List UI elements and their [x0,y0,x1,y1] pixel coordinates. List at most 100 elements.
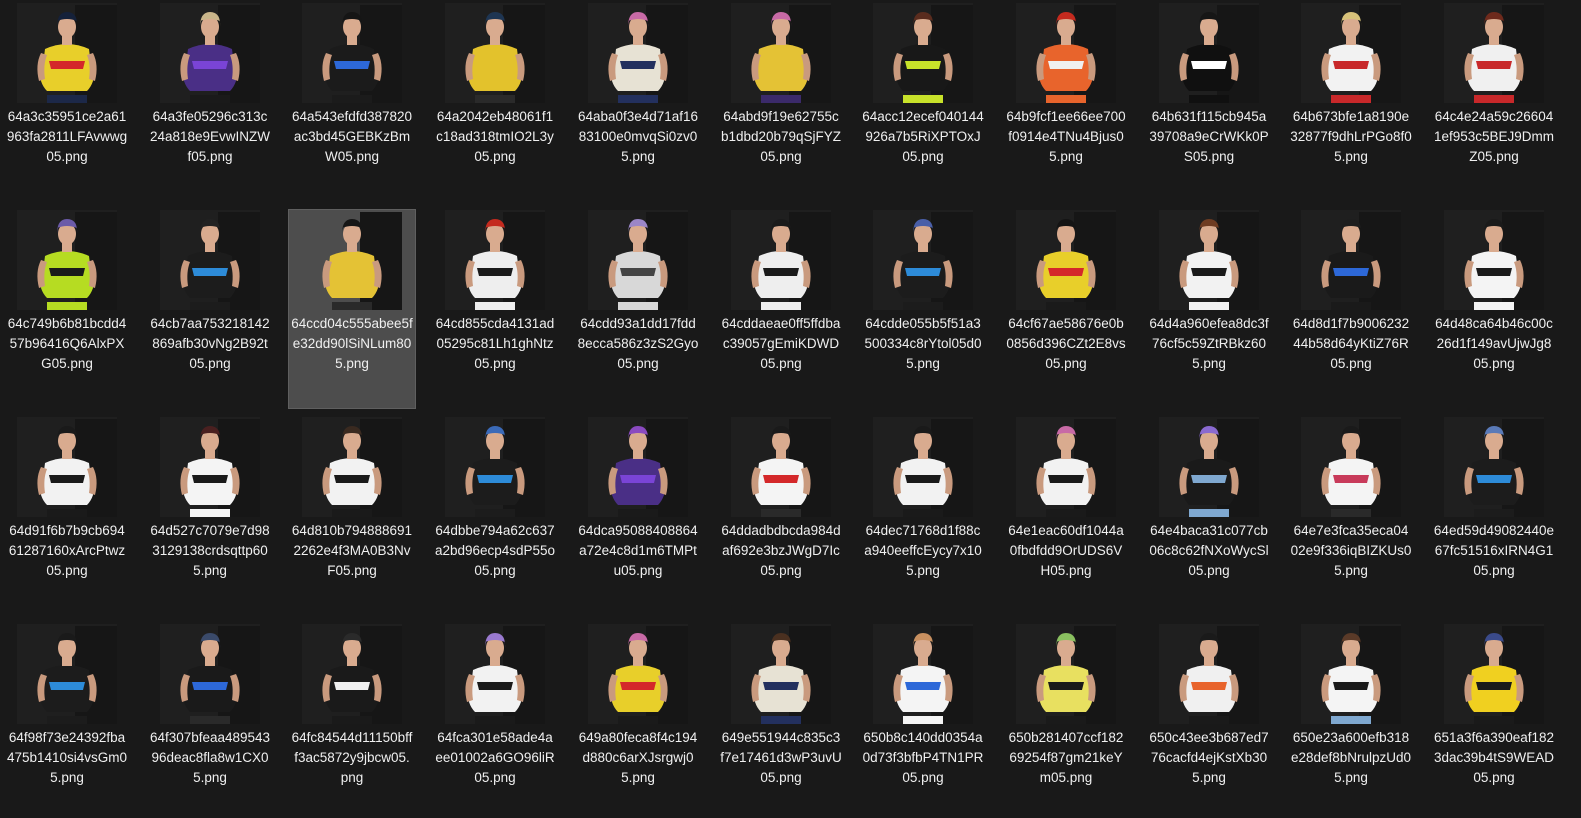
character-portrait-icon [1321,419,1401,517]
file-name: 64cb7aa753218142869afb30vNg2B92t05.png [150,316,270,371]
file-name: 64a543efdfd387820ac3bd45GEBKzBmW05.png [291,109,413,164]
character-portrait-icon [1464,626,1544,724]
file-item[interactable]: 64a3fe05296c313c24a818e9EvwINZWf05.png [146,2,274,202]
file-item[interactable]: 64cddaeae0ff5ffdbac39057gEmiKDWD05.png [717,209,845,409]
file-item[interactable]: 64abd9f19e62755cb1dbd20b79qSjFYZ05.png [717,2,845,202]
file-item[interactable]: 64c4e24a59c266041ef953c5BEJ9DmmZ05.png [1430,2,1558,202]
image-thumbnail [1301,210,1401,310]
file-name: 64c4e24a59c266041ef953c5BEJ9DmmZ05.png [1433,109,1555,164]
image-thumbnail [302,417,402,517]
character-portrait-icon [608,419,688,517]
file-item[interactable]: 64cf67ae58676e0b0856d396CZt2E8vs05.png [1002,209,1130,409]
character-portrait-icon [1464,212,1544,310]
file-name: 64a3fe05296c313c24a818e9EvwINZWf05.png [149,109,271,164]
character-portrait-icon [465,419,545,517]
file-item[interactable]: 64fca301e58ade4aee01002a6GO96liR05.png [431,623,559,818]
image-thumbnail [445,624,545,724]
file-item[interactable]: 64e1eac60df1044a0fbdfdd9OrUDS6VH05.png [1002,416,1130,616]
file-item[interactable]: 651a3f6a390eaf1823dac39b4tS9WEAD05.png [1430,623,1558,818]
image-thumbnail [17,417,117,517]
character-portrait-icon [37,419,117,517]
character-portrait-icon [1464,5,1544,103]
file-item[interactable]: 64dbbe794a62c637a2bd96ecp4sdP55o05.png [431,416,559,616]
file-item[interactable]: 64cdde055b5f51a3500334c8rYtol05d05.png [859,209,987,409]
file-name: 64fc84544d11150bfff3ac5872y9jbcw05.png [291,730,413,785]
file-name: 650c43ee3b687ed776cacfd4ejKstXb305.png [1149,730,1269,785]
image-thumbnail [873,3,973,103]
file-name: 64d91f6b7b9cb69461287160xArcPtwz05.png [8,523,126,578]
file-item[interactable]: 64dca95088408864a72e4c8d1m6TMPtu05.png [574,416,702,616]
file-name: 64acc12ecef040144926a7b5RiXPTOxJ05.png [862,109,984,164]
file-item[interactable]: 64d4a960efea8dc3f76cf5c59ZtRBkz605.png [1145,209,1273,409]
image-thumbnail [1444,3,1544,103]
file-item[interactable]: 64cb7aa753218142869afb30vNg2B92t05.png [146,209,274,409]
file-item[interactable]: 64f98f73e24392fba475b1410si4vsGm05.png [3,623,131,818]
file-item[interactable]: 64a543efdfd387820ac3bd45GEBKzBmW05.png [288,2,416,202]
character-portrait-icon [37,212,117,310]
character-portrait-icon [322,626,402,724]
file-item[interactable]: 64cd855cda4131ad05295c81Lh1ghNtz05.png [431,209,559,409]
character-portrait-icon [893,626,973,724]
image-thumbnail [731,210,831,310]
file-item[interactable]: 64cdd93a1dd17fdd8ecca586z3zS2Gyo05.png [574,209,702,409]
file-item[interactable]: 64c749b6b81bcdd457b96416Q6AlxPXG05.png [3,209,131,409]
file-item[interactable]: 64ccd04c555abee5fe32dd90lSiNLum805.png [288,209,416,409]
file-item[interactable]: 64ed59d49082440e67fc51516xIRN4G105.png [1430,416,1558,616]
file-item[interactable]: 649a80feca8f4c194d880c6arXJsrgwj05.png [574,623,702,818]
character-portrait-icon [1179,5,1259,103]
character-portrait-icon [893,419,973,517]
file-item[interactable]: 64b673bfe1a8190e32877f9dhLrPGo8f05.png [1287,2,1415,202]
file-name: 64ccd04c555abee5fe32dd90lSiNLum805.png [291,316,413,371]
file-item[interactable]: 650b8c140dd0354a0d73f3bfbP4TN1PR05.png [859,623,987,818]
file-item[interactable]: 650e23a600efb318e28def8bNrulpzUd05.png [1287,623,1415,818]
file-item[interactable]: 650c43ee3b687ed776cacfd4ejKstXb305.png [1145,623,1273,818]
file-item[interactable]: 64aba0f3e4d71af1683100e0mvqSi0zv05.png [574,2,702,202]
file-name: 64c749b6b81bcdd457b96416Q6AlxPXG05.png [7,316,127,371]
file-item[interactable]: 64dec71768d1f88ca940eeffcEycy7x105.png [859,416,987,616]
character-portrait-icon [180,419,260,517]
character-portrait-icon [608,212,688,310]
file-item[interactable]: 64ddadbdbcda984daf692e3bzJWgD7Ic05.png [717,416,845,616]
file-item[interactable]: 64fc84544d11150bfff3ac5872y9jbcw05.png [288,623,416,818]
file-name: 64d8d1f7b900623244b58d64yKtiZ76R05.png [1292,316,1410,371]
file-item[interactable]: 649e551944c835c3f7e17461d3wP3uvU05.png [717,623,845,818]
file-name: 64a3c35951ce2a61963fa2811LFAvwwg05.png [6,109,128,164]
file-item[interactable]: 64d527c7079e7d983129138crdsqttp605.png [146,416,274,616]
file-item[interactable]: 64b9fcf1ee66ee700f0914e4TNu4Bjus05.png [1002,2,1130,202]
image-thumbnail [1301,417,1401,517]
file-item[interactable]: 64e4baca31c077cb06c8c62fNXoWycSl05.png [1145,416,1273,616]
file-item[interactable]: 64acc12ecef040144926a7b5RiXPTOxJ05.png [859,2,987,202]
file-item[interactable]: 64d810b7948886912262e4f3MA0B3NvF05.png [288,416,416,616]
character-portrait-icon [1321,5,1401,103]
file-item[interactable]: 64f307bfeaa48954396deac8fla8w1CX05.png [146,623,274,818]
file-item[interactable]: 64b631f115cb945a39708a9eCrWKk0PS05.png [1145,2,1273,202]
file-name: 64d4a960efea8dc3f76cf5c59ZtRBkz605.png [1149,316,1269,371]
file-name: 64ddadbdbcda984daf692e3bzJWgD7Ic05.png [721,523,841,578]
image-thumbnail [1159,417,1259,517]
image-thumbnail [588,624,688,724]
file-name: 64abd9f19e62755cb1dbd20b79qSjFYZ05.png [720,109,842,164]
file-item[interactable]: 650b281407ccf18269254f87gm21keYm05.png [1002,623,1130,818]
file-name: 650b281407ccf18269254f87gm21keYm05.png [1008,730,1124,785]
image-thumbnail [445,417,545,517]
image-thumbnail [160,3,260,103]
file-item[interactable]: 64d48ca64b46c00c26d1f149avUjwJg805.png [1430,209,1558,409]
character-portrait-icon [893,212,973,310]
file-item[interactable]: 64a2042eb48061f1c18ad318tmIO2L3y05.png [431,2,559,202]
character-portrait-icon [1321,212,1401,310]
file-name: 64e1eac60df1044a0fbdfdd9OrUDS6VH05.png [1008,523,1124,578]
file-name: 651a3f6a390eaf1823dac39b4tS9WEAD05.png [1433,730,1555,785]
file-item[interactable]: 64a3c35951ce2a61963fa2811LFAvwwg05.png [3,2,131,202]
file-item[interactable]: 64d91f6b7b9cb69461287160xArcPtwz05.png [3,416,131,616]
image-thumbnail [160,210,260,310]
character-portrait-icon [1036,626,1116,724]
file-name: 64cddaeae0ff5ffdbac39057gEmiKDWD05.png [721,316,841,371]
image-thumbnail [445,3,545,103]
file-item[interactable]: 64e7e3fca35eca0402e9f336iqBIZKUs05.png [1287,416,1415,616]
image-thumbnail [588,3,688,103]
file-name: 64e4baca31c077cb06c8c62fNXoWycSl05.png [1149,523,1269,578]
image-thumbnail [731,417,831,517]
file-name: 64f307bfeaa48954396deac8fla8w1CX05.png [149,730,271,785]
file-name: 64a2042eb48061f1c18ad318tmIO2L3y05.png [436,109,554,164]
file-item[interactable]: 64d8d1f7b900623244b58d64yKtiZ76R05.png [1287,209,1415,409]
